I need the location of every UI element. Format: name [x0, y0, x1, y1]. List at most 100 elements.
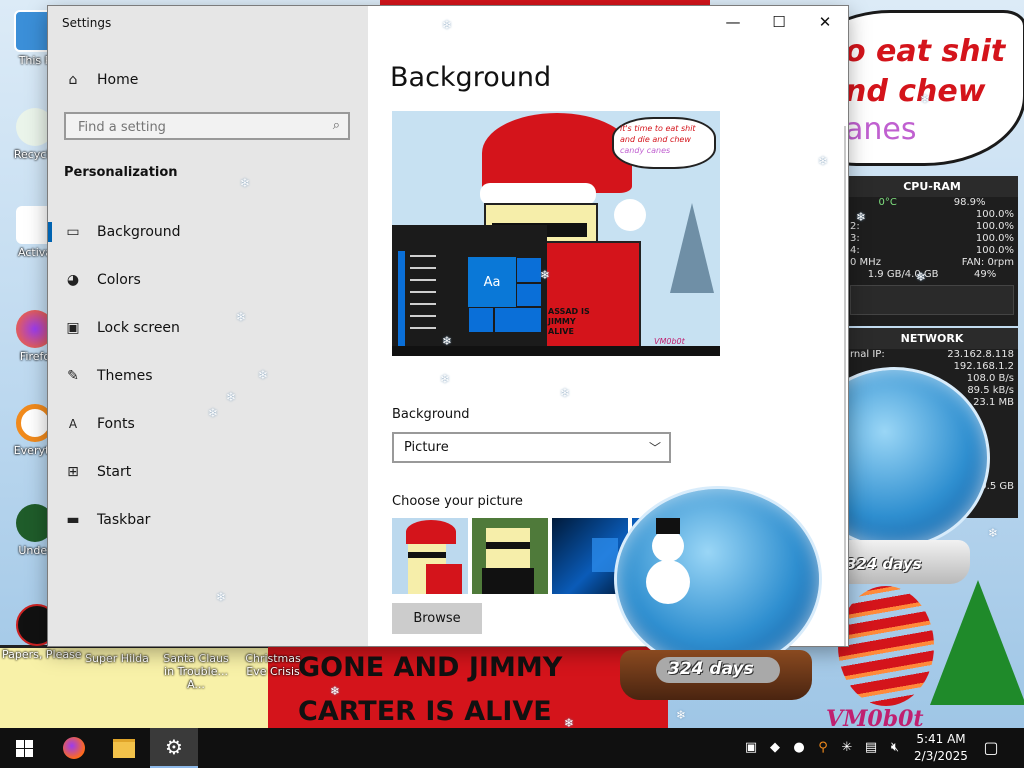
snowflake-icon: ❄ — [226, 390, 237, 404]
nav-home[interactable]: ⌂ Home — [48, 60, 368, 100]
desktop-icon-label: Santa Claus in Trouble... A... — [163, 652, 229, 691]
preview-shirt-line: ASSAD IS — [548, 307, 590, 316]
brush-icon: ✎ — [67, 368, 79, 384]
snowflake-icon: ❄ — [560, 386, 571, 400]
background-type-dropdown[interactable]: Picture ﹀ — [392, 432, 671, 463]
tray-app-icon[interactable]: ◆ — [766, 739, 784, 757]
find-setting-search[interactable]: ⌕ — [64, 112, 350, 140]
preview-hat-pompom — [614, 199, 646, 231]
wallpaper-bubble-text: nd chew — [845, 74, 986, 109]
search-input[interactable] — [76, 114, 320, 140]
sidebar-item-lock-screen[interactable]: ▣ Lock screen — [48, 308, 368, 348]
picture-thumbnail-1[interactable] — [392, 518, 468, 594]
search-everything-icon[interactable]: ⚲ — [814, 739, 832, 757]
desktop-icon-label: Christmas Eve Crisis — [245, 652, 301, 678]
desktop-icon-santa-claus[interactable]: Santa Claus in Trouble... A... — [158, 652, 234, 691]
preview-start-entry — [410, 315, 436, 317]
preview-start-menu — [392, 225, 467, 347]
desktop-icon-christmas-eve-crisis[interactable]: Christmas Eve Crisis — [234, 652, 312, 678]
thumbnail-glasses — [408, 552, 446, 558]
sidebar-item-label: Taskbar — [97, 512, 151, 528]
taskbar: ⚙ ▣ ◆ ● ⚲ ✳ ▤ 🔇︎ 5:41 AM 2/3/2025 ▢ — [0, 728, 1024, 768]
taskbar-firefox[interactable] — [50, 728, 98, 768]
sidebar-item-label: Fonts — [97, 416, 135, 432]
minimize-button[interactable]: — — [710, 6, 756, 38]
snowflake-icon: ❄ — [676, 708, 687, 722]
preview-start-entry — [410, 267, 436, 269]
taskbar-icon: ▬ — [66, 512, 80, 528]
core-value: 100.0% — [975, 233, 1014, 244]
sidebar-item-themes[interactable]: ✎ Themes — [48, 356, 368, 396]
preview-tile — [494, 307, 542, 333]
preview-start-entry — [410, 279, 436, 281]
background-preview: ASSAD IS JIMMY ALIVE it's time to eat sh… — [392, 111, 720, 356]
snowflake-icon: ❄ — [920, 92, 931, 106]
clock-time: 5:41 AM — [916, 732, 966, 746]
sidebar-item-label: Background — [97, 224, 181, 240]
preview-shirt-text: ASSAD IS JIMMY ALIVE — [548, 307, 590, 337]
picture-thumbnail-2[interactable] — [472, 518, 548, 594]
thumbnail-shirt — [426, 564, 462, 594]
preview-start-marker — [398, 251, 405, 347]
preview-shirt-line: JIMMY — [548, 317, 576, 326]
close-button[interactable]: ✕ — [802, 6, 848, 38]
preview-tile-aa: Aa — [468, 257, 516, 307]
network-value: 89.5 kB/s — [967, 385, 1014, 396]
network-icon[interactable]: ▤ — [862, 739, 880, 757]
maximize-button[interactable]: ☐ — [756, 6, 802, 38]
preview-hat-brim — [480, 183, 596, 205]
preview-start-entry — [410, 303, 436, 305]
taskbar-settings[interactable]: ⚙ — [150, 728, 198, 768]
network-value: 192.168.1.2 — [953, 361, 1014, 372]
network-value: 108.0 B/s — [966, 373, 1014, 384]
volume-icon[interactable]: 🔇︎ — [886, 739, 904, 757]
background-label: Background — [392, 407, 470, 422]
folder-icon — [113, 738, 135, 758]
snowman-figure — [646, 560, 690, 604]
snow-globe-large-label: 324 days — [668, 659, 754, 679]
snowflake-icon: ❄ — [236, 310, 247, 324]
preview-start-entry — [410, 255, 436, 257]
ram-percent: 49% — [974, 269, 997, 280]
taskbar-file-explorer[interactable] — [100, 728, 148, 768]
preview-santa-hat — [482, 113, 632, 193]
preview-tile — [468, 307, 494, 333]
snow-globe-small-label: 324 days — [846, 555, 922, 573]
gadget-title: NETWORK — [846, 328, 1018, 349]
scrollbar[interactable] — [844, 126, 846, 646]
preview-watermark: VM0b0t — [654, 337, 685, 346]
sidebar-item-taskbar[interactable]: ▬ Taskbar — [48, 500, 368, 540]
snowflake-icon: ❄ — [540, 268, 551, 282]
tray-app-icon[interactable]: ▣ — [742, 739, 760, 757]
taskbar-clock[interactable]: 5:41 AM 2/3/2025 — [912, 731, 970, 765]
snowflake-icon: ❄ — [240, 176, 251, 190]
sidebar-item-start[interactable]: ⊞ Start — [48, 452, 368, 492]
snowflake-icon: ❄ — [330, 684, 341, 698]
desktop-icon-super-hilda[interactable]: Super Hilda — [82, 652, 152, 665]
settings-sidebar: Settings ⌂ Home ⌕ Personalization ▭ Back… — [48, 6, 368, 646]
dropdown-value: Picture — [404, 440, 449, 455]
snowflake-icon: ❄ — [988, 526, 999, 540]
sidebar-item-background[interactable]: ▭ Background — [48, 212, 368, 252]
core-value: 100.0% — [975, 221, 1014, 232]
notification-center-icon[interactable]: ▢ — [982, 739, 1000, 757]
snow-tray-icon[interactable]: ✳ — [838, 739, 856, 757]
browse-button[interactable]: Browse — [392, 603, 482, 634]
preview-shirt-line: ALIVE — [548, 327, 574, 336]
cpu-ram-gadget[interactable]: CPU-RAM 0°C 98.9% 100.0% 2: 100.0% 3: 100.… — [846, 176, 1018, 326]
sidebar-item-colors[interactable]: ◕ Colors — [48, 260, 368, 300]
snowflake-icon: ❄ — [442, 334, 453, 348]
snowman-figure — [652, 530, 684, 562]
christmas-tree-gadget[interactable] — [930, 580, 1024, 705]
start-button[interactable] — [0, 728, 48, 768]
fan-speed: FAN: 0rpm — [961, 257, 1014, 268]
snowflake-icon: ❄ — [440, 372, 451, 386]
swirl-gadget[interactable] — [838, 586, 934, 706]
network-value: 23.162.8.118 — [947, 349, 1014, 360]
water-drop-icon[interactable]: ● — [790, 739, 808, 757]
desktop-icon-label: Super Hilda — [85, 652, 149, 665]
preview-tile — [516, 257, 542, 283]
core-label: 4: — [850, 245, 860, 256]
network-label: rnal IP: — [850, 349, 885, 360]
preview-bubble-line: candy canes — [620, 146, 671, 155]
